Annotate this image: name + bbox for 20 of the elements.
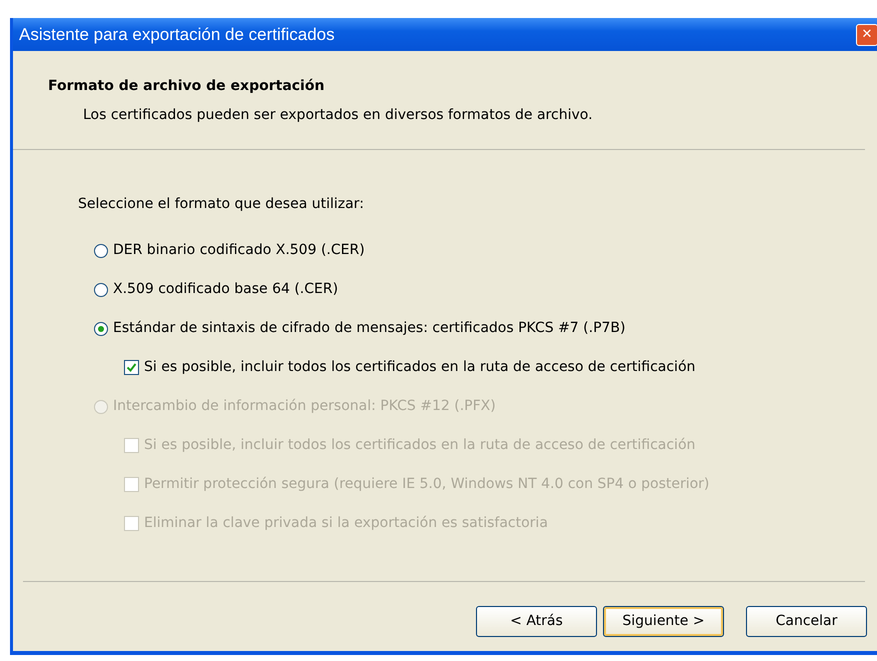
dialog-button[interactable]: Cancelar <box>746 606 867 637</box>
close-button[interactable]: ✕ <box>856 24 877 46</box>
option-label: Si es posible, incluir todos los certificados en la ruta de acceso de certificación <box>144 358 696 377</box>
option-label: Intercambio de información personal: PKCS #12 (.PFX) <box>113 397 496 416</box>
radio-button[interactable] <box>94 244 108 258</box>
dialog-button[interactable]: < Atrás <box>476 606 597 637</box>
prompt-label: Seleccione el formato que desea utilizar: <box>78 195 365 214</box>
page-heading: Formato de archivo de exportación <box>48 77 326 96</box>
option-label: Si es posible, incluir todos los certificados en la ruta de acceso de certificación <box>144 436 696 455</box>
option-label: DER binario codificado X.509 (.CER) <box>113 241 365 260</box>
option-label: Estándar de sintaxis de cifrado de mensajes: certificados PKCS #7 (.P7B) <box>113 319 626 338</box>
option-label: Permitir protección segura (requiere IE 5.0, Windows NT 4.0 con SP4 o posterior) <box>144 475 710 494</box>
checkbox[interactable] <box>124 360 139 375</box>
option-label: X.509 codificado base 64 (.CER) <box>113 280 338 299</box>
radio-button[interactable] <box>94 282 108 296</box>
window-title: Asistente para exportación de certificados <box>19 24 335 46</box>
option-label: Eliminar la clave privada si la exportación es satisfactoria <box>144 514 548 533</box>
radio-button[interactable] <box>94 322 108 336</box>
dialog-button[interactable]: Siguiente > <box>603 606 724 637</box>
page-description: Los certificados pueden ser exportados en diversos formatos de archivo. <box>83 106 594 125</box>
